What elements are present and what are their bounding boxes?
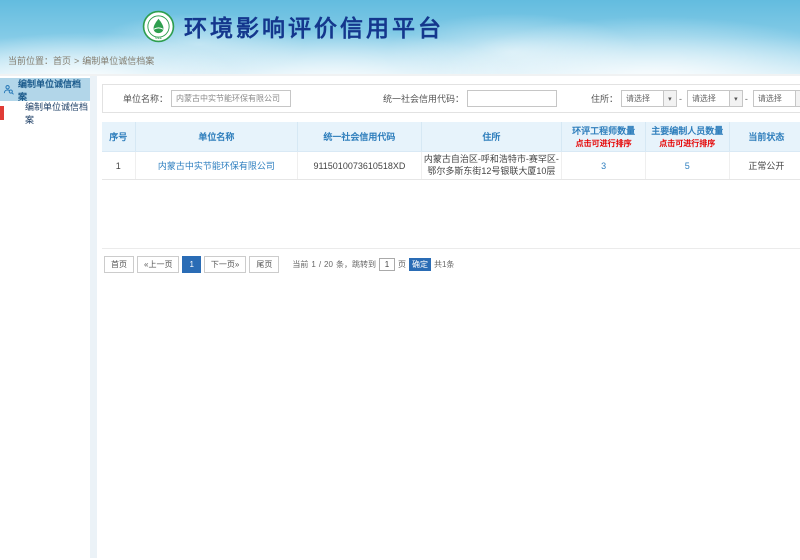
- pagination-info: 当前 1 / 20 条，跳转到 页 确定 共1条: [292, 258, 454, 271]
- svg-text:MEE: MEE: [155, 35, 162, 39]
- col-staff-count-sort[interactable]: 主要编制人员数量 点击可进行排序: [645, 122, 729, 152]
- content-body: 编制单位诚信档案 编制单位诚信档案 单位名称： 统一社会信用代码： 住所： 请选…: [0, 76, 800, 558]
- unit-name-link[interactable]: 内蒙古中实节能环保有限公司: [158, 161, 275, 171]
- col-staff-count-label: 主要编制人员数量: [647, 124, 728, 137]
- district-select[interactable]: 请选择 ▾: [753, 90, 800, 107]
- current-page: 1: [311, 260, 315, 269]
- page-1-button[interactable]: 1: [182, 256, 200, 273]
- brand: MEE 环境影响评价信用平台: [142, 9, 444, 43]
- prev-page-button[interactable]: «上一页: [137, 256, 179, 273]
- current-label: 当前: [292, 259, 308, 270]
- mee-logo-icon: MEE: [142, 10, 175, 43]
- breadcrumb: 当前位置：首页>编制单位诚信档案: [8, 54, 154, 67]
- search-panel: 单位名称： 统一社会信用代码： 住所： 请选择 ▾ - 请选择 ▾ - 请选择 …: [102, 84, 800, 113]
- engineer-count-link[interactable]: 3: [601, 161, 606, 171]
- cell-credit-code: 9115010073610518XD: [298, 152, 421, 180]
- table-row: 1 内蒙古中实节能环保有限公司 9115010073610518XD 内蒙古自治…: [102, 152, 800, 180]
- breadcrumb-separator: >: [74, 56, 79, 66]
- first-page-button[interactable]: 首页: [104, 256, 134, 273]
- cell-staff-count: 5: [645, 152, 729, 180]
- cell-address: 内蒙古自治区-呼和浩特市-赛罕区-鄂尔多斯东街12号银联大厦10层: [421, 152, 562, 180]
- credit-code-input[interactable]: [467, 90, 557, 107]
- results-table: 序号 单位名称 统一社会信用代码 住所 环评工程师数量 点击可进行排序 主要编制…: [102, 122, 800, 180]
- breadcrumb-current: 编制单位诚信档案: [82, 56, 154, 66]
- chevron-down-icon: ▾: [663, 91, 676, 106]
- staff-count-link[interactable]: 5: [685, 161, 690, 171]
- col-unit-name: 单位名称: [135, 122, 298, 152]
- total-count: 共1条: [434, 259, 454, 270]
- sidebar-header-label: 编制单位诚信档案: [18, 77, 87, 103]
- app-header: MEE 环境影响评价信用平台 当前位置：首页>编制单位诚信档案: [0, 0, 800, 76]
- city-select[interactable]: 请选择 ▾: [687, 90, 743, 107]
- cell-index: 1: [102, 152, 135, 180]
- next-page-button[interactable]: 下一页»: [204, 256, 246, 273]
- cell-unit-name: 内蒙古中实节能环保有限公司: [135, 152, 298, 180]
- platform-title: 环境影响评价信用平台: [184, 9, 444, 43]
- sort-hint: 点击可进行排序: [647, 138, 728, 149]
- sidebar-header[interactable]: 编制单位诚信档案: [0, 78, 90, 101]
- city-select-value: 请选择: [688, 91, 729, 106]
- jump-unit: 页: [398, 259, 406, 270]
- province-select[interactable]: 请选择 ▾: [621, 90, 677, 107]
- jump-label: 条，跳转到: [336, 259, 376, 270]
- sort-hint: 点击可进行排序: [563, 138, 644, 149]
- page: MEE 环境影响评价信用平台 当前位置：首页>编制单位诚信档案 编制单位诚: [0, 0, 800, 560]
- last-page-button[interactable]: 尾页: [249, 256, 279, 273]
- credit-code-label: 统一社会信用代码：: [383, 92, 464, 105]
- active-marker: [0, 106, 4, 120]
- col-index: 序号: [102, 122, 135, 152]
- unit-name-label: 单位名称：: [123, 92, 168, 105]
- breadcrumb-home-link[interactable]: 首页: [53, 56, 71, 66]
- col-status: 当前状态: [729, 122, 800, 152]
- col-address: 住所: [421, 122, 562, 152]
- district-select-value: 请选择: [754, 91, 795, 106]
- col-credit-code: 统一社会信用代码: [298, 122, 421, 152]
- sidebar-item-label: 编制单位诚信档案: [25, 100, 90, 126]
- person-search-icon: [3, 84, 14, 95]
- col-engineer-count-sort[interactable]: 环评工程师数量 点击可进行排序: [562, 122, 646, 152]
- select-separator: -: [679, 94, 682, 104]
- chevron-down-icon: ▾: [795, 91, 800, 106]
- page-slash: /: [319, 260, 321, 269]
- breadcrumb-prefix: 当前位置：: [8, 56, 53, 66]
- jump-page-input[interactable]: [379, 258, 395, 271]
- province-select-value: 请选择: [622, 91, 663, 106]
- main-content: 单位名称： 统一社会信用代码： 住所： 请选择 ▾ - 请选择 ▾ - 请选择 …: [97, 76, 800, 558]
- pagination: 首页 «上一页 1 下一页» 尾页 当前 1 / 20 条，跳转到 页 确定 共…: [102, 248, 800, 273]
- cell-engineer-count: 3: [562, 152, 646, 180]
- chevron-down-icon: ▾: [729, 91, 742, 106]
- total-pages: 20: [324, 260, 333, 269]
- col-engineer-count-label: 环评工程师数量: [563, 124, 644, 137]
- select-separator: -: [745, 94, 748, 104]
- table-header-row: 序号 单位名称 统一社会信用代码 住所 环评工程师数量 点击可进行排序 主要编制…: [102, 122, 800, 152]
- sidebar-item-archive[interactable]: 编制单位诚信档案: [0, 101, 90, 125]
- sidebar: 编制单位诚信档案 编制单位诚信档案: [0, 76, 97, 558]
- confirm-button[interactable]: 确定: [409, 258, 431, 271]
- cell-status: 正常公开: [729, 152, 800, 180]
- address-label: 住所：: [591, 92, 618, 105]
- unit-name-input[interactable]: [171, 90, 291, 107]
